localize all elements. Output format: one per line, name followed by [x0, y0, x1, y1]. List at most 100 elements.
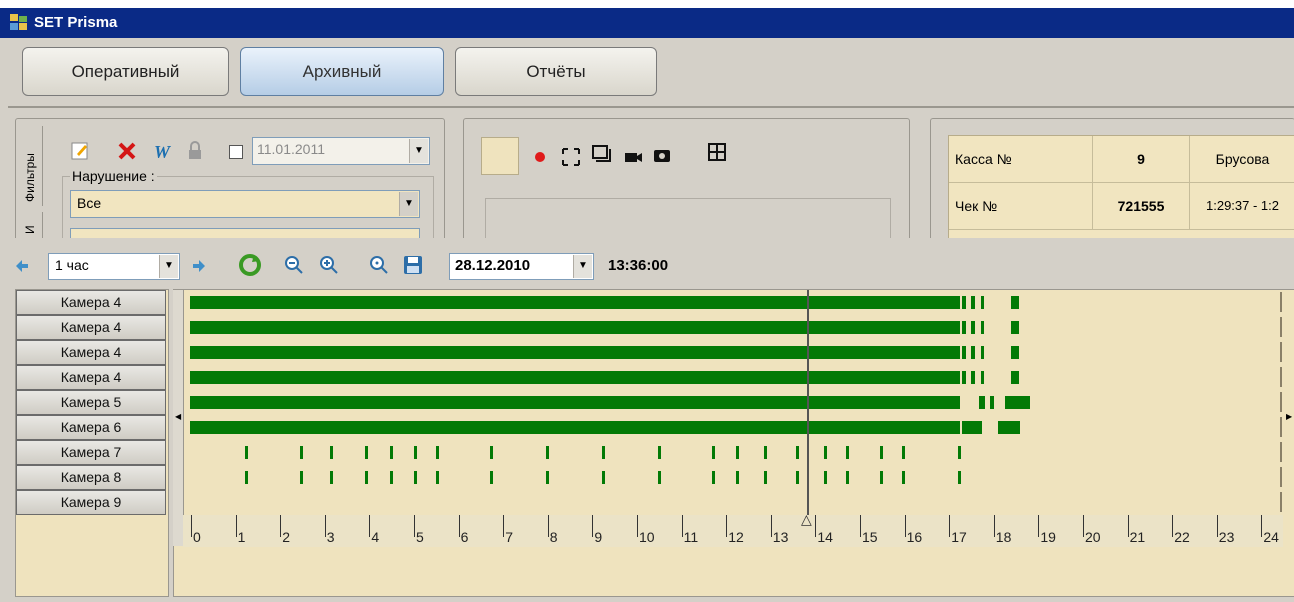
- camera-track[interactable]: [190, 292, 1282, 312]
- recording-event[interactable]: [880, 446, 883, 459]
- recording-segment[interactable]: [1005, 396, 1030, 409]
- recording-event[interactable]: [846, 446, 849, 459]
- recording-segment[interactable]: [981, 321, 984, 334]
- recording-event[interactable]: [824, 446, 827, 459]
- recording-segment[interactable]: [1011, 371, 1019, 384]
- recording-event[interactable]: [736, 446, 739, 459]
- date-filter-field[interactable]: 11.01.2011 ▼: [252, 137, 430, 165]
- recording-segment[interactable]: [190, 296, 960, 309]
- recording-segment[interactable]: [981, 371, 984, 384]
- camera-track[interactable]: [190, 317, 1282, 337]
- recording-segment[interactable]: [190, 321, 960, 334]
- recording-event[interactable]: [658, 446, 661, 459]
- camera-icon[interactable]: [622, 146, 644, 168]
- recording-event[interactable]: [824, 471, 827, 484]
- recording-event[interactable]: [736, 471, 739, 484]
- recording-event[interactable]: [958, 446, 961, 459]
- camera-label[interactable]: Камера 6: [16, 415, 166, 440]
- tab-filters[interactable]: Фильтры: [20, 126, 43, 206]
- zoom-reset-icon[interactable]: [368, 254, 390, 276]
- recording-segment[interactable]: [190, 371, 960, 384]
- save-icon[interactable]: [402, 254, 424, 276]
- recording-event[interactable]: [546, 471, 549, 484]
- recording-segment[interactable]: [190, 421, 960, 434]
- arrow-left-icon[interactable]: [14, 258, 30, 274]
- recording-segment[interactable]: [962, 321, 966, 334]
- recording-event[interactable]: [330, 471, 333, 484]
- recording-segment[interactable]: [190, 396, 960, 409]
- recording-event[interactable]: [712, 446, 715, 459]
- recording-event[interactable]: [796, 471, 799, 484]
- violation-select[interactable]: Все ▼: [70, 190, 420, 218]
- recording-segment[interactable]: [979, 396, 985, 409]
- word-export-icon[interactable]: W: [152, 140, 174, 162]
- arrow-right-icon[interactable]: [191, 258, 207, 274]
- record-icon[interactable]: [529, 146, 551, 168]
- recording-event[interactable]: [330, 446, 333, 459]
- recording-event[interactable]: [245, 446, 248, 459]
- date-filter-checkbox[interactable]: [229, 145, 243, 159]
- refresh-icon[interactable]: [238, 253, 262, 277]
- zoom-in-icon[interactable]: [318, 254, 340, 276]
- recording-event[interactable]: [880, 471, 883, 484]
- recording-event[interactable]: [958, 471, 961, 484]
- camera-track[interactable]: [190, 342, 1282, 362]
- recording-event[interactable]: [546, 446, 549, 459]
- recording-event[interactable]: [490, 446, 493, 459]
- recording-event[interactable]: [490, 471, 493, 484]
- recording-segment[interactable]: [962, 346, 966, 359]
- recording-segment[interactable]: [971, 371, 975, 384]
- camera-track[interactable]: [190, 367, 1282, 387]
- recording-segment[interactable]: [962, 371, 966, 384]
- recording-segment[interactable]: [1011, 296, 1019, 309]
- chevron-down-icon[interactable]: ▼: [409, 139, 428, 163]
- camera-track[interactable]: [190, 467, 1282, 487]
- recording-event[interactable]: [414, 446, 417, 459]
- camera-label[interactable]: Камера 4: [16, 340, 166, 365]
- recording-event[interactable]: [390, 446, 393, 459]
- mode-reports-button[interactable]: Отчёты: [455, 47, 657, 96]
- recording-segment[interactable]: [190, 346, 960, 359]
- zoom-out-icon[interactable]: [283, 254, 305, 276]
- camera-label[interactable]: Камера 9: [16, 490, 166, 515]
- fullscreen-icon[interactable]: [560, 146, 582, 168]
- camera-label[interactable]: Камера 7: [16, 440, 166, 465]
- camera-track[interactable]: [190, 417, 1282, 437]
- recording-event[interactable]: [846, 471, 849, 484]
- photo-icon[interactable]: [651, 144, 673, 166]
- recording-event[interactable]: [300, 446, 303, 459]
- recording-event[interactable]: [902, 446, 905, 459]
- mode-operative-button[interactable]: Оперативный: [22, 47, 229, 96]
- recording-event[interactable]: [414, 471, 417, 484]
- recording-segment[interactable]: [981, 296, 984, 309]
- interval-select[interactable]: 1 час ▼: [48, 253, 180, 280]
- chevron-down-icon[interactable]: ▼: [159, 255, 178, 278]
- recording-event[interactable]: [365, 471, 368, 484]
- recording-event[interactable]: [245, 471, 248, 484]
- recording-event[interactable]: [365, 446, 368, 459]
- recording-segment[interactable]: [1011, 346, 1019, 359]
- camera-track[interactable]: [190, 492, 1282, 512]
- recording-event[interactable]: [712, 471, 715, 484]
- recording-event[interactable]: [764, 471, 767, 484]
- lock-icon[interactable]: [184, 140, 206, 162]
- camera-label[interactable]: Камера 5: [16, 390, 166, 415]
- recording-event[interactable]: [300, 471, 303, 484]
- recording-event[interactable]: [602, 471, 605, 484]
- recording-event[interactable]: [764, 446, 767, 459]
- mode-archive-button[interactable]: Архивный: [240, 47, 444, 96]
- camera-label[interactable]: Камера 4: [16, 290, 166, 315]
- camera-label[interactable]: Камера 8: [16, 465, 166, 490]
- recording-segment[interactable]: [998, 421, 1020, 434]
- recording-event[interactable]: [602, 446, 605, 459]
- recording-event[interactable]: [902, 471, 905, 484]
- playhead-line[interactable]: [807, 290, 809, 515]
- recording-event[interactable]: [436, 471, 439, 484]
- recording-segment[interactable]: [962, 296, 966, 309]
- snapshot-icon[interactable]: [590, 142, 612, 164]
- date-picker[interactable]: 28.12.2010 ▼: [449, 253, 594, 280]
- scroll-left-icon[interactable]: ◀: [175, 412, 181, 421]
- camera-label[interactable]: Камера 4: [16, 315, 166, 340]
- playhead-marker-icon[interactable]: △: [801, 511, 812, 528]
- recording-segment[interactable]: [971, 346, 975, 359]
